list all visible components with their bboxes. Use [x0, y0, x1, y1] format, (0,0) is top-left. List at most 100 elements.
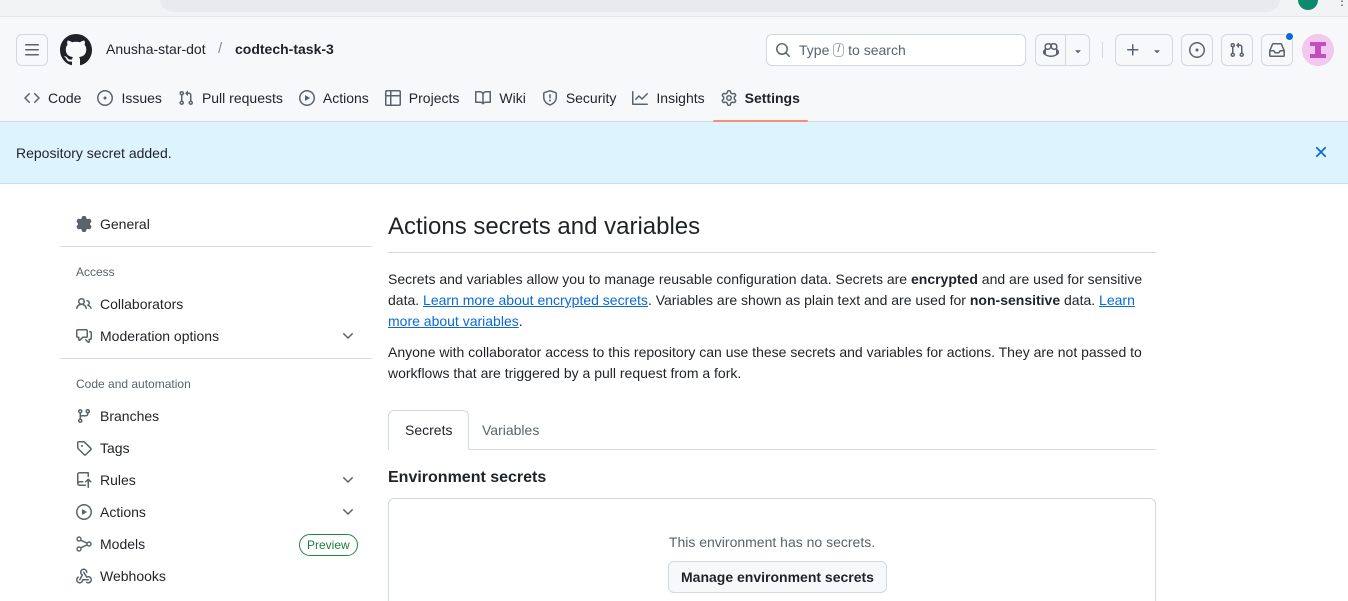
flash-message: Repository secret added. — [16, 145, 172, 161]
webhook-icon — [76, 568, 92, 584]
tab-actions-label: Actions — [322, 90, 369, 106]
breadcrumb-owner-link[interactable]: Anusha-star-dot — [106, 41, 206, 57]
browser-profile-icon[interactable] — [1298, 0, 1318, 10]
sidebar-item-label: Actions — [100, 504, 146, 520]
preview-badge: Preview — [299, 534, 358, 556]
repo-header: Anusha-star-dot / codtech-task-3 Type / … — [0, 17, 1348, 122]
environment-secrets-heading: Environment secrets — [388, 469, 547, 486]
play-icon — [298, 90, 315, 106]
github-logo-icon[interactable] — [60, 34, 92, 66]
tab-issues[interactable]: Issues — [89, 81, 169, 115]
create-new-button[interactable] — [1115, 34, 1173, 66]
sidebar-item-label: General — [100, 216, 150, 232]
tab-insights[interactable]: Insights — [624, 81, 712, 115]
hamburger-icon — [25, 44, 39, 56]
sidebar-item-label: Branches — [100, 408, 160, 424]
avatar[interactable] — [1302, 34, 1334, 66]
tab-security[interactable]: Security — [534, 81, 625, 115]
sidebar-divider — [60, 358, 372, 359]
sidebar-item-webhooks[interactable]: Webhooks — [68, 560, 368, 592]
tab-security-label: Security — [565, 90, 617, 106]
people-icon — [76, 297, 92, 310]
environment-secrets-box: This environment has no secrets. Manage … — [388, 498, 1156, 601]
search-placeholder-suffix: to search — [848, 42, 906, 58]
breadcrumb-repo-link[interactable]: codtech-task-3 — [235, 41, 334, 57]
sidebar-item-moderation-options[interactable]: Moderation options — [68, 320, 368, 352]
browser-address-bar[interactable] — [160, 0, 1280, 12]
tab-code-label: Code — [48, 90, 82, 106]
sidebar-item-rules[interactable]: Rules — [68, 464, 368, 496]
tab-variables[interactable]: Variables — [466, 410, 555, 450]
empty-state-text: This environment has no secrets. — [668, 534, 876, 550]
flash-banner: Repository secret added. — [0, 122, 1348, 184]
search-placeholder-prefix: Type — [799, 42, 830, 58]
tab-pull-requests[interactable]: Pull requests — [170, 81, 291, 115]
copilot-button-group — [1035, 34, 1090, 66]
issue-opened-icon — [97, 90, 114, 106]
search-input[interactable]: Type / to search — [766, 34, 1026, 66]
sidebar-item-label: Rules — [100, 472, 136, 488]
tab-pull-requests-label: Pull requests — [201, 90, 283, 106]
tab-secrets[interactable]: Secrets — [388, 410, 470, 450]
description-paragraph: Secrets and variables allow you to manag… — [388, 271, 1143, 329]
page-title: Actions secrets and variables — [388, 213, 701, 240]
gear-icon — [76, 216, 92, 232]
chevron-down-icon[interactable] — [340, 472, 356, 488]
repo-push-icon — [77, 472, 92, 488]
chevron-down-icon — [1151, 43, 1163, 59]
gear-icon — [721, 90, 737, 106]
sidebar-heading-code-and-automation: Code and automation — [76, 377, 191, 391]
sidebar-item-collaborators[interactable]: Collaborators — [68, 288, 368, 320]
git-pull-request-icon — [1230, 42, 1245, 58]
close-icon[interactable] — [1312, 143, 1330, 161]
models-icon — [76, 536, 92, 552]
sidebar-item-branches[interactable]: Branches — [68, 400, 368, 432]
search-icon — [775, 42, 791, 58]
breadcrumb-separator: / — [218, 40, 223, 57]
inbox-icon — [1269, 43, 1285, 57]
copilot-dropdown-chevron-icon[interactable] — [1072, 43, 1084, 59]
sidebar-item-label: Tags — [100, 440, 130, 456]
tab-code[interactable]: Code — [16, 81, 89, 115]
global-menu-button[interactable] — [16, 34, 48, 66]
browser-toolbar: ⋮ — [0, 0, 1348, 17]
tab-settings[interactable]: Settings — [712, 81, 809, 122]
manage-environment-secrets-button[interactable]: Manage environment secrets — [668, 561, 887, 593]
comment-discussion-icon — [76, 329, 92, 343]
tab-wiki[interactable]: Wiki — [467, 81, 533, 115]
access-note-paragraph: Anyone with collaborator access to this … — [388, 344, 1142, 381]
copilot-icon[interactable] — [1043, 42, 1059, 58]
shield-icon — [542, 90, 557, 106]
tab-actions[interactable]: Actions — [291, 81, 377, 115]
notification-indicator — [1285, 32, 1294, 41]
graph-icon — [632, 91, 649, 105]
tab-insights-label: Insights — [656, 90, 705, 106]
search-shortcut-key: / — [833, 43, 845, 57]
tab-projects[interactable]: Projects — [377, 81, 468, 115]
repo-nav: Code Issues Pull requests Actions Projec… — [16, 81, 809, 122]
tab-projects-label: Projects — [408, 90, 460, 106]
plus-icon — [1125, 42, 1141, 58]
tab-settings-label: Settings — [744, 90, 800, 106]
header-divider — [1102, 42, 1103, 58]
tag-icon — [77, 441, 92, 456]
play-icon — [76, 504, 92, 520]
title-divider — [388, 252, 1156, 253]
your-pull-requests-button[interactable] — [1221, 34, 1253, 66]
sidebar-item-label: Webhooks — [100, 568, 166, 584]
sidebar-item-tags[interactable]: Tags — [68, 432, 368, 464]
git-branch-icon — [77, 409, 90, 424]
sidebar-item-label: Collaborators — [100, 296, 184, 312]
browser-menu-icon[interactable]: ⋮ — [1336, 0, 1348, 8]
table-icon — [384, 90, 401, 106]
chevron-down-icon[interactable] — [340, 328, 356, 344]
sidebar-item-general[interactable]: General — [68, 208, 368, 240]
chevron-down-icon[interactable] — [340, 504, 356, 520]
sidebar-heading-access: Access — [76, 265, 115, 279]
your-issues-button[interactable] — [1181, 34, 1213, 66]
encrypted-secrets-link[interactable]: Learn more about encrypted secrets — [423, 292, 648, 308]
sidebar-divider — [60, 246, 372, 247]
git-pull-request-icon — [179, 90, 193, 106]
sidebar-item-actions[interactable]: Actions — [68, 496, 368, 528]
code-icon — [24, 92, 40, 104]
